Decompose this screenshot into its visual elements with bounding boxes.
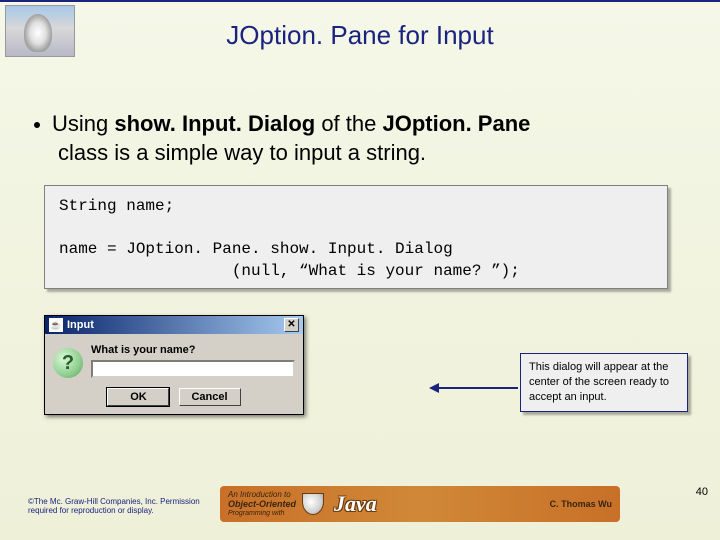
- coffee-cup-icon: [302, 493, 324, 515]
- bullet-text-3: class is a simple way to input a string.: [30, 139, 690, 168]
- dialog-prompt-column: What is your name?: [91, 344, 295, 378]
- bullet-dot: [34, 122, 40, 128]
- dialog-titlebar: ☕ Input ✕: [45, 316, 303, 334]
- bullet-text-1: Using: [52, 111, 114, 136]
- slide-title: JOption. Pane for Input: [0, 20, 720, 51]
- annotation-text: This dialog will appear at the center of…: [529, 361, 669, 403]
- banner-intro: An Introduction to Object-Oriented Progr…: [228, 491, 296, 517]
- cancel-button[interactable]: Cancel: [179, 388, 241, 406]
- bullet-text-2: of the: [315, 111, 382, 136]
- dialog-prompt-row: ? What is your name?: [53, 344, 295, 378]
- dialog-text-input[interactable]: [91, 360, 295, 378]
- bullet-bold-1: show. Input. Dialog: [114, 111, 315, 136]
- dialog-button-row: OK Cancel: [53, 388, 295, 406]
- copyright-text: ©The Mc. Graw-Hill Companies, Inc. Permi…: [28, 497, 208, 516]
- banner-line3: Programming with: [228, 510, 296, 518]
- code-text: String name; name = JOption. Pane. show.…: [59, 197, 520, 280]
- dialog-body: ? What is your name? OK Cancel: [45, 334, 303, 414]
- banner-author: C. Thomas Wu: [550, 499, 612, 509]
- java-cup-icon: ☕: [49, 318, 63, 332]
- dialog-title-text: Input: [67, 319, 94, 331]
- question-icon: ?: [53, 348, 83, 378]
- banner-line2: Object-Oriented: [228, 500, 296, 510]
- pointer-arrow: [432, 387, 518, 389]
- java-wordmark: Java: [334, 491, 377, 517]
- page-number: 40: [696, 486, 708, 498]
- code-sample-box: String name; name = JOption. Pane. show.…: [44, 185, 668, 289]
- ok-button[interactable]: OK: [107, 388, 169, 406]
- bullet-paragraph: Using show. Input. Dialog of the JOption…: [30, 110, 690, 167]
- dialog-prompt-label: What is your name?: [91, 344, 295, 356]
- top-border: [0, 0, 720, 2]
- annotation-note: This dialog will appear at the center of…: [520, 353, 688, 412]
- input-dialog: ☕ Input ✕ ? What is your name? OK Cancel: [44, 315, 304, 415]
- bullet-bold-2: JOption. Pane: [382, 111, 530, 136]
- book-banner: An Introduction to Object-Oriented Progr…: [220, 486, 620, 522]
- close-icon[interactable]: ✕: [284, 318, 299, 332]
